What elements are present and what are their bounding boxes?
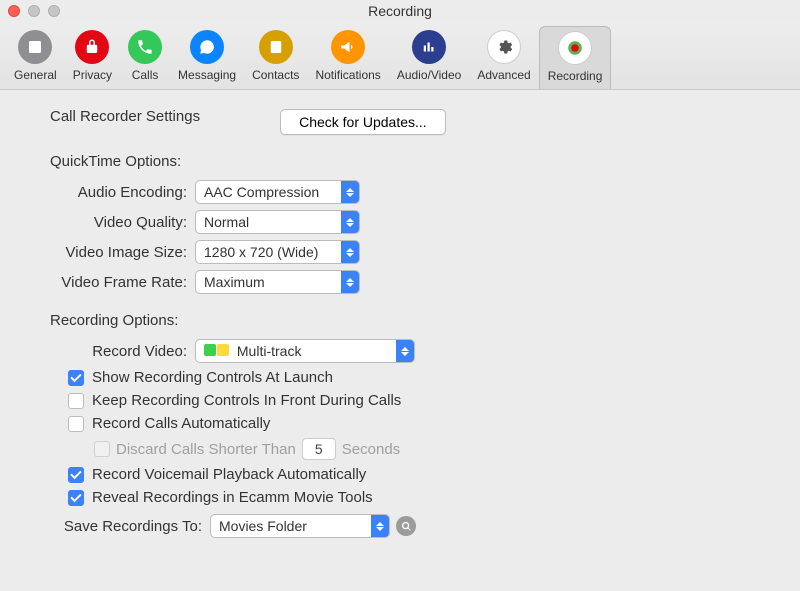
- tab-advanced[interactable]: Advanced: [469, 26, 538, 89]
- maximize-window-button[interactable]: [48, 5, 60, 17]
- select-value: Normal: [196, 214, 341, 230]
- tab-label: General: [14, 68, 57, 82]
- tab-audio-video[interactable]: Audio/Video: [389, 26, 470, 89]
- recording-heading: Recording Options:: [50, 312, 770, 329]
- tab-recording[interactable]: Recording: [539, 26, 612, 89]
- chevron-updown-icon: [341, 181, 359, 203]
- video-quality-label: Video Quality:: [50, 214, 195, 231]
- discard-calls-checkbox: [94, 441, 110, 457]
- search-icon: [401, 521, 412, 532]
- tab-label: Privacy: [73, 68, 112, 82]
- tab-notifications[interactable]: Notifications: [307, 26, 388, 89]
- settings-title: Call Recorder Settings: [50, 108, 200, 125]
- tab-calls[interactable]: Calls: [120, 26, 170, 89]
- tab-label: Audio/Video: [397, 68, 462, 82]
- tab-contacts[interactable]: Contacts: [244, 26, 307, 89]
- video-size-label: Video Image Size:: [50, 244, 195, 261]
- gear-icon: [487, 30, 521, 64]
- show-controls-checkbox[interactable]: [68, 370, 84, 386]
- reveal-recordings-checkbox[interactable]: [68, 490, 84, 506]
- audio-encoding-select[interactable]: AAC Compression: [195, 180, 360, 204]
- equalizer-icon: [412, 30, 446, 64]
- show-controls-label: Show Recording Controls At Launch: [92, 369, 333, 386]
- quicktime-heading: QuickTime Options:: [50, 153, 770, 170]
- record-video-label: Record Video:: [50, 343, 195, 360]
- record-video-select[interactable]: Multi-track: [195, 339, 415, 363]
- frame-rate-label: Video Frame Rate:: [50, 274, 195, 291]
- select-value: Maximum: [196, 274, 341, 290]
- save-to-label: Save Recordings To:: [50, 518, 210, 535]
- window-title: Recording: [0, 3, 800, 19]
- frame-rate-select[interactable]: Maximum: [195, 270, 360, 294]
- tab-label: Messaging: [178, 68, 236, 82]
- discard-suffix-label: Seconds: [342, 441, 400, 458]
- tab-general[interactable]: General: [6, 26, 65, 89]
- titlebar: Recording: [0, 0, 800, 22]
- megaphone-icon: [331, 30, 365, 64]
- tab-label: Contacts: [252, 68, 299, 82]
- content-pane: Call Recorder Settings Check for Updates…: [0, 90, 800, 554]
- record-auto-label: Record Calls Automatically: [92, 415, 270, 432]
- contacts-icon: [259, 30, 293, 64]
- record-voicemail-checkbox[interactable]: [68, 467, 84, 483]
- traffic-lights: [8, 5, 60, 17]
- tab-label: Recording: [548, 69, 603, 83]
- reveal-recordings-label: Reveal Recordings in Ecamm Movie Tools: [92, 489, 373, 506]
- close-window-button[interactable]: [8, 5, 20, 17]
- video-quality-select[interactable]: Normal: [195, 210, 360, 234]
- prefs-toolbar: General Privacy Calls Messaging Contacts…: [0, 22, 800, 90]
- select-value: AAC Compression: [196, 184, 341, 200]
- chevron-updown-icon: [341, 271, 359, 293]
- tab-label: Calls: [132, 68, 159, 82]
- chevron-updown-icon: [341, 241, 359, 263]
- select-value: 1280 x 720 (Wide): [196, 244, 341, 260]
- multitrack-icon: [204, 344, 229, 356]
- chevron-updown-icon: [371, 515, 389, 537]
- keep-front-label: Keep Recording Controls In Front During …: [92, 392, 401, 409]
- lock-icon: [75, 30, 109, 64]
- chat-icon: [190, 30, 224, 64]
- check-updates-button[interactable]: Check for Updates...: [280, 109, 446, 135]
- phone-icon: [128, 30, 162, 64]
- keep-front-checkbox[interactable]: [68, 393, 84, 409]
- record-icon: [558, 31, 592, 65]
- tab-privacy[interactable]: Privacy: [65, 26, 120, 89]
- save-to-select[interactable]: Movies Folder: [210, 514, 390, 538]
- select-value: Multi-track: [196, 343, 396, 359]
- audio-encoding-label: Audio Encoding:: [50, 184, 195, 201]
- discard-seconds-input[interactable]: [302, 438, 336, 460]
- reveal-in-finder-button[interactable]: [396, 516, 416, 536]
- record-auto-checkbox[interactable]: [68, 416, 84, 432]
- discard-prefix-label: Discard Calls Shorter Than: [116, 441, 296, 458]
- select-value: Movies Folder: [211, 518, 371, 534]
- tab-label: Advanced: [477, 68, 530, 82]
- tab-messaging[interactable]: Messaging: [170, 26, 244, 89]
- sliders-icon: [18, 30, 52, 64]
- minimize-window-button[interactable]: [28, 5, 40, 17]
- chevron-updown-icon: [341, 211, 359, 233]
- chevron-updown-icon: [396, 340, 414, 362]
- record-voicemail-label: Record Voicemail Playback Automatically: [92, 466, 366, 483]
- video-size-select[interactable]: 1280 x 720 (Wide): [195, 240, 360, 264]
- tab-label: Notifications: [315, 68, 380, 82]
